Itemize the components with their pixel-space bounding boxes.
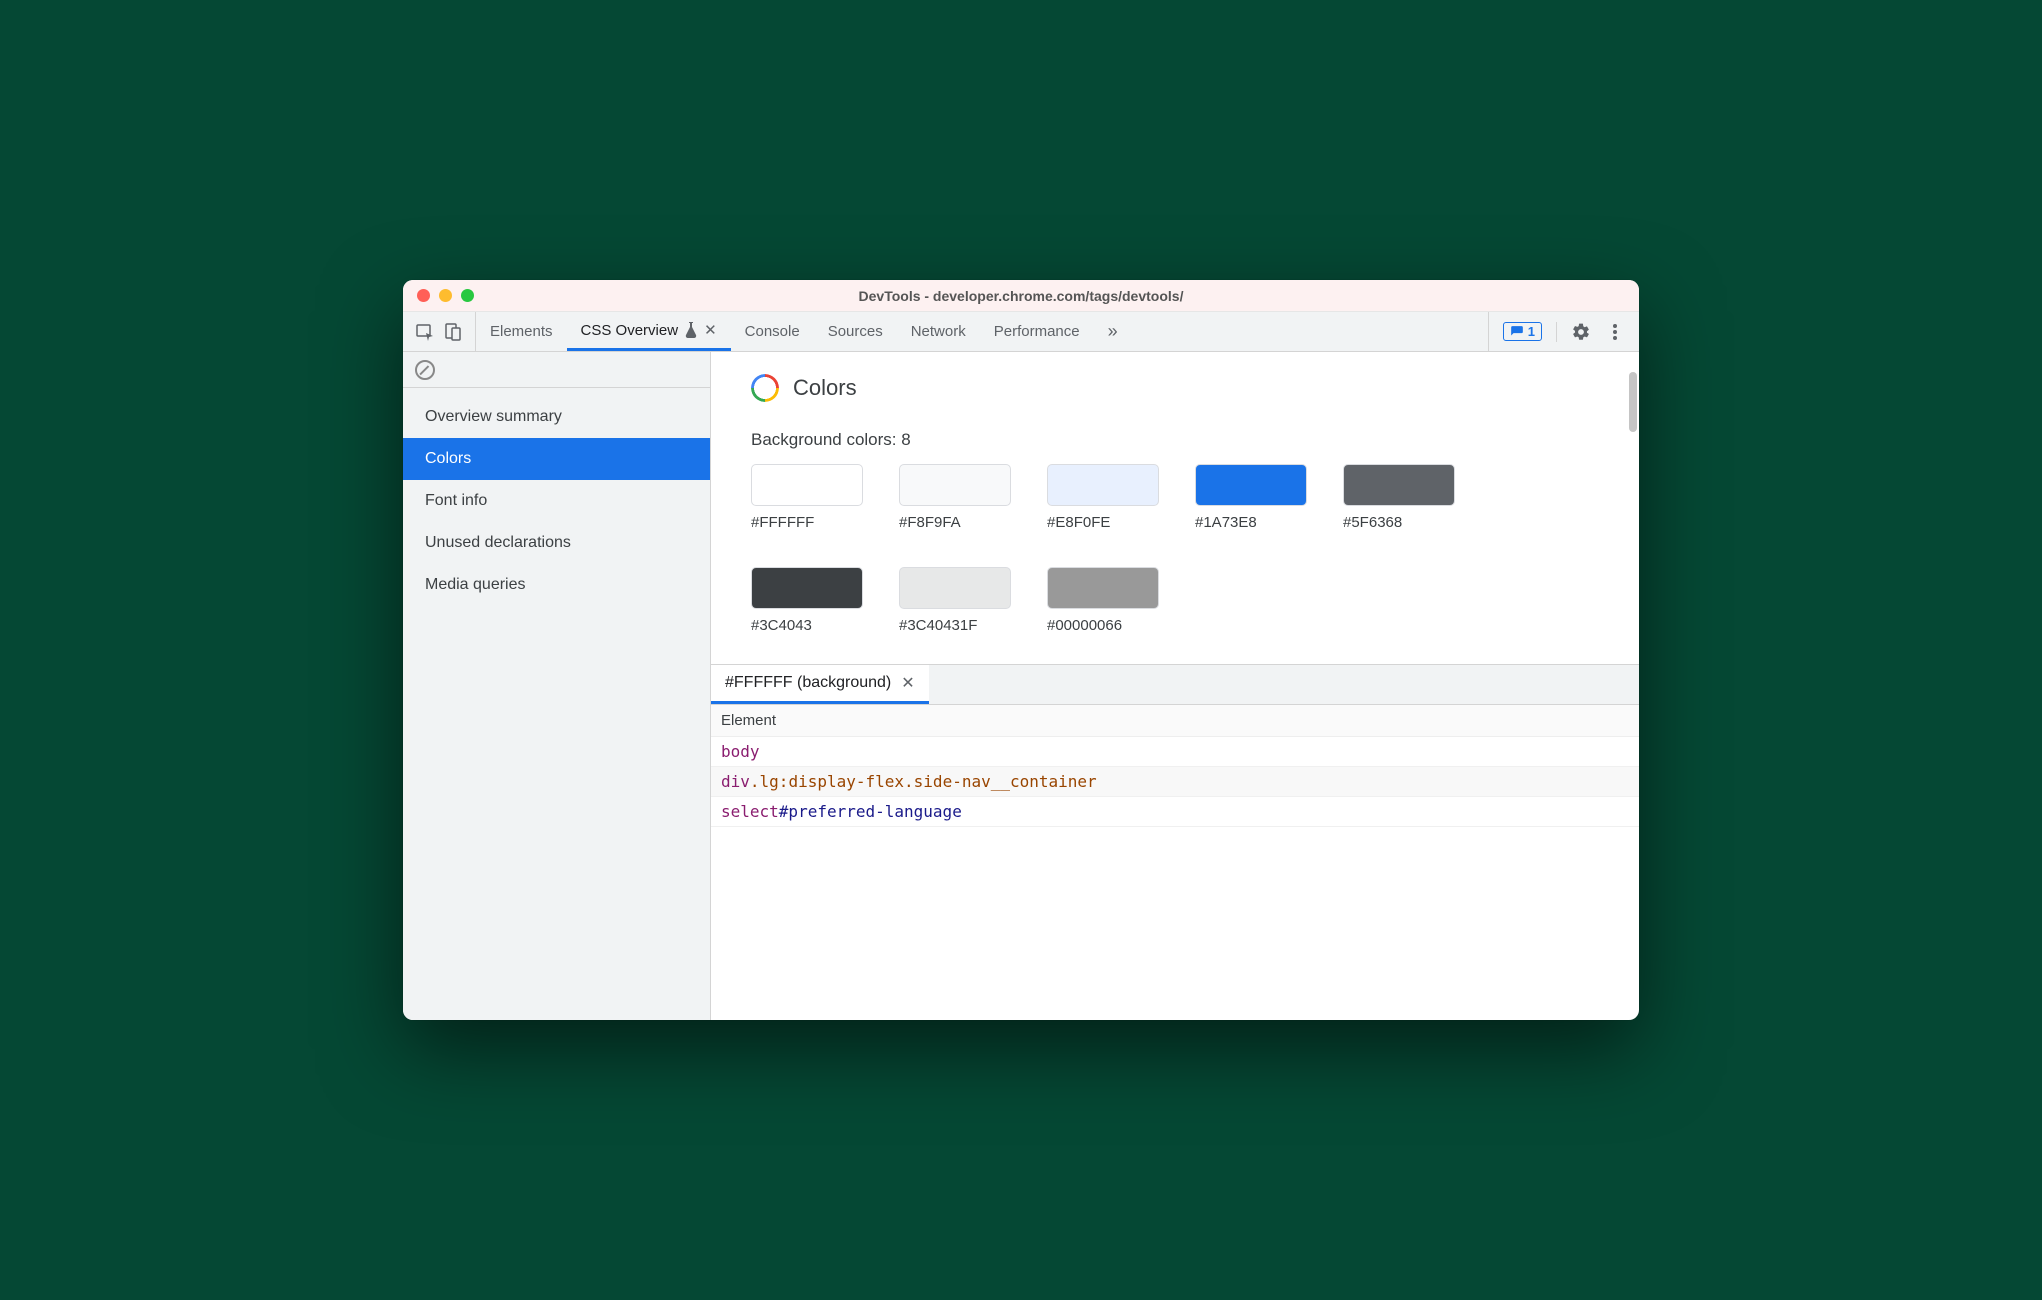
swatch-chip bbox=[1047, 567, 1159, 609]
window-minimize-button[interactable] bbox=[439, 289, 452, 302]
tab-label: Network bbox=[911, 323, 966, 340]
tab-network[interactable]: Network bbox=[897, 312, 980, 351]
sidebar-item-unused-declarations[interactable]: Unused declarations bbox=[403, 522, 710, 564]
color-swatch[interactable]: #5F6368 bbox=[1343, 464, 1455, 531]
sidebar-item-media-queries[interactable]: Media queries bbox=[403, 564, 710, 606]
devtools-toolbar: Elements CSS Overview ✕ Console Sources … bbox=[403, 312, 1639, 352]
details-tab-active[interactable]: #FFFFFF (background) ✕ bbox=[711, 665, 929, 704]
color-swatch-grid: #FFFFFF #F8F9FA #E8F0FE #1A73E8 #5F6368 #3C40… bbox=[751, 464, 1531, 634]
css-overview-content: Colors Background colors: 8 #FFFFFF #F8F9… bbox=[711, 352, 1639, 1020]
device-toolbar-icon[interactable] bbox=[443, 322, 463, 342]
element-row[interactable]: div.lg:display-flex.side-nav__container bbox=[711, 767, 1639, 797]
details-tab-strip: #FFFFFF (background) ✕ bbox=[711, 665, 1639, 705]
section-header: Colors bbox=[751, 374, 1599, 402]
separator bbox=[1556, 322, 1557, 342]
background-colors-heading: Background colors: 8 bbox=[751, 430, 1599, 450]
toolbar-right-group: 1 bbox=[1488, 312, 1639, 351]
swatch-hex-label: #FFFFFF bbox=[751, 514, 863, 531]
color-swatch[interactable]: #3C4043 bbox=[751, 567, 863, 634]
more-tabs-button[interactable]: » bbox=[1094, 312, 1132, 351]
swatch-chip bbox=[899, 464, 1011, 506]
swatch-chip bbox=[899, 567, 1011, 609]
element-list: bodydiv.lg:display-flex.side-nav__contai… bbox=[711, 737, 1639, 827]
element-row[interactable]: select#preferred-language bbox=[711, 797, 1639, 827]
color-swatch[interactable]: #E8F0FE bbox=[1047, 464, 1159, 531]
panel-body: Overview summary Colors Font info Unused… bbox=[403, 352, 1639, 1020]
color-swatch[interactable]: #F8F9FA bbox=[899, 464, 1011, 531]
color-swatch[interactable]: #1A73E8 bbox=[1195, 464, 1307, 531]
sidebar-item-overview-summary[interactable]: Overview summary bbox=[403, 396, 710, 438]
css-overview-sidebar: Overview summary Colors Font info Unused… bbox=[403, 352, 711, 1020]
swatch-hex-label: #F8F9FA bbox=[899, 514, 1011, 531]
color-details-drawer: #FFFFFF (background) ✕ Element bodydiv.l… bbox=[711, 664, 1639, 827]
color-swatch[interactable]: #3C40431F bbox=[899, 567, 1011, 634]
details-tab-label: #FFFFFF (background) bbox=[725, 674, 891, 692]
window-title: DevTools - developer.chrome.com/tags/dev… bbox=[403, 288, 1639, 304]
devtools-window: DevTools - developer.chrome.com/tags/dev… bbox=[403, 280, 1639, 1020]
tab-label: Elements bbox=[490, 323, 553, 340]
chevron-right-double-icon: » bbox=[1108, 321, 1118, 342]
sidebar-item-colors[interactable]: Colors bbox=[403, 438, 710, 480]
tab-label: Performance bbox=[994, 323, 1080, 340]
issues-badge[interactable]: 1 bbox=[1503, 322, 1542, 341]
window-controls bbox=[417, 289, 474, 302]
color-swatch[interactable]: #00000066 bbox=[1047, 567, 1159, 634]
swatch-chip bbox=[1195, 464, 1307, 506]
swatch-hex-label: #5F6368 bbox=[1343, 514, 1455, 531]
sidebar-item-label: Unused declarations bbox=[425, 534, 571, 551]
issues-count: 1 bbox=[1528, 324, 1535, 339]
toolbar-left-group bbox=[403, 312, 476, 351]
tab-css-overview[interactable]: CSS Overview ✕ bbox=[567, 312, 731, 351]
swatch-hex-label: #00000066 bbox=[1047, 617, 1159, 634]
sidebar-item-label: Overview summary bbox=[425, 408, 562, 425]
clear-overview-icon[interactable] bbox=[415, 360, 435, 380]
sidebar-item-label: Font info bbox=[425, 492, 487, 509]
window-titlebar: DevTools - developer.chrome.com/tags/dev… bbox=[403, 280, 1639, 312]
more-options-button[interactable] bbox=[1605, 322, 1625, 342]
sidebar-item-label: Colors bbox=[425, 450, 471, 467]
inspect-element-icon[interactable] bbox=[415, 322, 435, 342]
window-zoom-button[interactable] bbox=[461, 289, 474, 302]
tab-label: CSS Overview bbox=[581, 322, 679, 339]
settings-button[interactable] bbox=[1571, 322, 1591, 342]
details-column-header: Element bbox=[711, 705, 1639, 737]
color-ring-icon bbox=[751, 374, 779, 402]
tab-label: Sources bbox=[828, 323, 883, 340]
color-swatch[interactable]: #FFFFFF bbox=[751, 464, 863, 531]
swatch-chip bbox=[751, 464, 863, 506]
element-row[interactable]: body bbox=[711, 737, 1639, 767]
scrollbar-thumb[interactable] bbox=[1629, 372, 1637, 432]
sidebar-item-label: Media queries bbox=[425, 576, 526, 593]
section-title: Colors bbox=[793, 375, 857, 401]
close-tab-icon[interactable]: ✕ bbox=[704, 323, 717, 338]
sidebar-toolbar bbox=[403, 352, 710, 388]
sidebar-nav: Overview summary Colors Font info Unused… bbox=[403, 388, 710, 606]
sidebar-item-font-info[interactable]: Font info bbox=[403, 480, 710, 522]
colors-section: Colors Background colors: 8 #FFFFFF #F8F9… bbox=[711, 352, 1639, 664]
close-details-tab-icon[interactable]: ✕ bbox=[901, 673, 914, 693]
swatch-chip bbox=[1047, 464, 1159, 506]
experiment-icon bbox=[684, 322, 698, 338]
swatch-hex-label: #1A73E8 bbox=[1195, 514, 1307, 531]
swatch-hex-label: #3C40431F bbox=[899, 617, 1011, 634]
swatch-hex-label: #E8F0FE bbox=[1047, 514, 1159, 531]
swatch-hex-label: #3C4043 bbox=[751, 617, 863, 634]
swatch-chip bbox=[751, 567, 863, 609]
swatch-chip bbox=[1343, 464, 1455, 506]
tab-label: Console bbox=[745, 323, 800, 340]
window-close-button[interactable] bbox=[417, 289, 430, 302]
issues-icon bbox=[1510, 325, 1524, 339]
tab-console[interactable]: Console bbox=[731, 312, 814, 351]
panel-tab-strip: Elements CSS Overview ✕ Console Sources … bbox=[476, 312, 1488, 351]
tab-sources[interactable]: Sources bbox=[814, 312, 897, 351]
tab-elements[interactable]: Elements bbox=[476, 312, 567, 351]
gear-icon bbox=[1571, 322, 1591, 342]
tab-performance[interactable]: Performance bbox=[980, 312, 1094, 351]
kebab-icon bbox=[1612, 323, 1618, 341]
